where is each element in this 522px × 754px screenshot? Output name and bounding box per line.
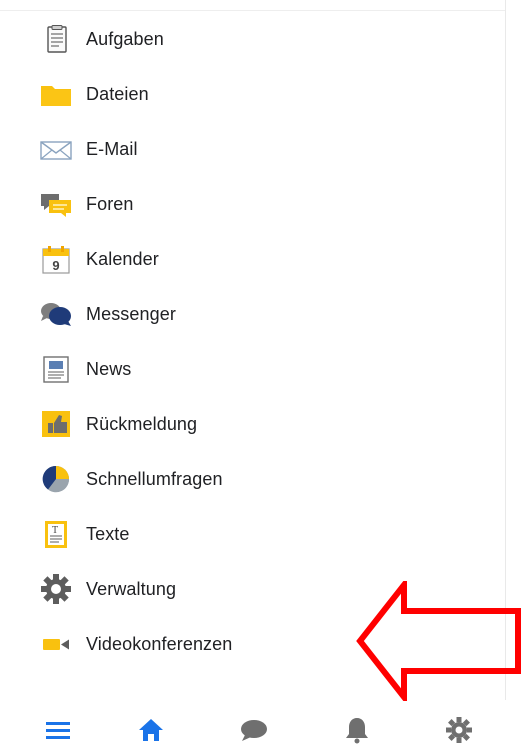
annotation-arrow xyxy=(356,581,521,701)
chat-bubbles-icon xyxy=(39,299,73,329)
bottom-navigation xyxy=(0,712,522,754)
menu-item-aufgaben[interactable]: Aufgaben xyxy=(0,12,505,67)
settings-gear-icon xyxy=(446,717,472,743)
bell-icon xyxy=(346,718,368,744)
envelope-icon xyxy=(39,134,73,164)
menu-item-texte[interactable]: T Texte xyxy=(0,507,505,562)
menu-item-rueckmeldung[interactable]: Rückmeldung xyxy=(0,397,505,452)
folder-icon xyxy=(39,79,73,109)
chat-icon xyxy=(241,720,267,741)
menu-item-label: News xyxy=(86,359,132,379)
menu-item-kalender[interactable]: 9 Kalender xyxy=(0,232,505,287)
gear-icon xyxy=(39,574,73,604)
newspaper-icon xyxy=(39,354,73,384)
nav-menu-button[interactable] xyxy=(38,712,78,748)
text-document-icon: T xyxy=(39,519,73,549)
menu-item-news[interactable]: News xyxy=(0,342,505,397)
menu-item-label: Kalender xyxy=(86,249,159,269)
calendar-icon: 9 xyxy=(39,244,73,274)
menu-item-schnellumfragen[interactable]: Schnellumfragen xyxy=(0,452,505,507)
home-icon xyxy=(139,719,163,741)
menu-item-label: E-Mail xyxy=(86,139,138,159)
nav-chat-button[interactable] xyxy=(234,712,274,748)
menu-item-dateien[interactable]: Dateien xyxy=(0,67,505,122)
pie-chart-icon xyxy=(39,464,73,494)
video-camera-icon xyxy=(39,629,73,659)
menu-item-label: Dateien xyxy=(86,84,149,104)
forum-bubbles-icon xyxy=(39,189,73,219)
calendar-day-number: 9 xyxy=(52,258,59,273)
menu-item-foren[interactable]: Foren xyxy=(0,177,505,232)
menu-item-label: Schnellumfragen xyxy=(86,469,223,489)
nav-settings-button[interactable] xyxy=(439,712,479,748)
menu-item-label: Videokonferenzen xyxy=(86,634,233,654)
menu-item-messenger[interactable]: Messenger xyxy=(0,287,505,342)
nav-home-button[interactable] xyxy=(131,712,171,748)
menu-item-label: Messenger xyxy=(86,304,176,324)
menu-item-label: Aufgaben xyxy=(86,29,164,49)
menu-item-email[interactable]: E-Mail xyxy=(0,122,505,177)
hamburger-menu-icon xyxy=(46,722,70,739)
clipboard-icon xyxy=(39,24,73,54)
thumbs-up-icon xyxy=(39,409,73,439)
top-divider xyxy=(0,0,505,11)
svg-text:T: T xyxy=(52,525,58,536)
nav-notifications-button[interactable] xyxy=(337,712,377,748)
menu-item-label: Rückmeldung xyxy=(86,414,198,434)
menu-item-label: Verwaltung xyxy=(86,579,177,599)
menu-item-label: Texte xyxy=(86,524,130,544)
menu-item-label: Foren xyxy=(86,194,134,214)
